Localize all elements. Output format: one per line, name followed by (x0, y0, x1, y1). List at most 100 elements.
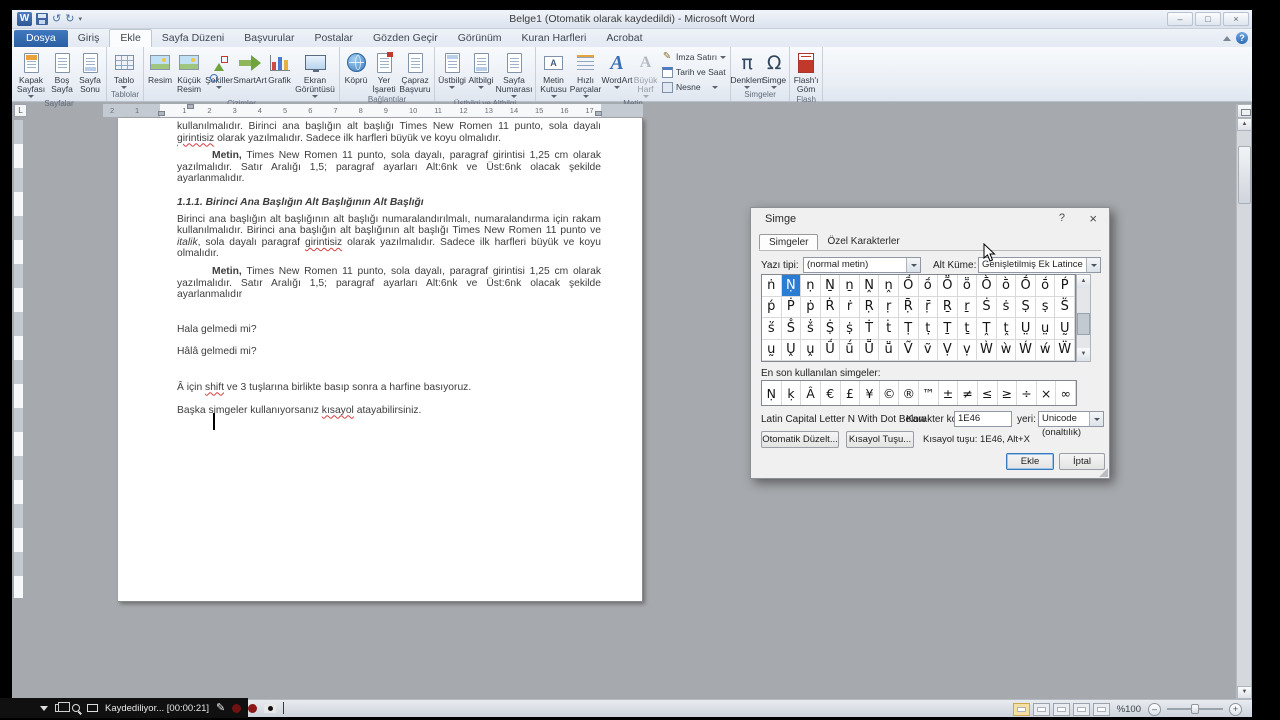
symbol-cell[interactable]: ṟ (958, 297, 978, 319)
redo-icon[interactable]: ↻ (65, 13, 74, 25)
scroll-down-button[interactable]: ▼ (1237, 686, 1252, 699)
symbol-cell[interactable]: Ṓ (1016, 275, 1036, 297)
vertical-ruler[interactable] (14, 120, 23, 598)
symbol-cell[interactable]: Ṋ (860, 275, 880, 297)
document-text[interactable]: kullanılmalıdır. Birinci ana başlığın al… (177, 121, 601, 425)
tab-simgeler[interactable]: Simgeler (759, 234, 818, 250)
imza-satiri-button[interactable]: ✎ İmza Satırı (661, 51, 726, 63)
symbol-cell[interactable]: Ṧ (782, 318, 802, 340)
symbol-cell[interactable]: Ṭ (899, 318, 919, 340)
dialog-title-bar[interactable]: Simge ? × (751, 208, 1109, 230)
symbol-cell[interactable]: ẃ (1036, 340, 1056, 362)
symbol-cell[interactable]: ṳ (1036, 318, 1056, 340)
scrollbar-thumb[interactable] (1238, 146, 1251, 204)
tab-stop-selector[interactable]: L (14, 104, 27, 117)
symbol-cell[interactable]: Ṡ (977, 297, 997, 319)
tab-gorunum[interactable]: Görünüm (448, 30, 512, 47)
recorder-close-icon[interactable]: × (293, 703, 299, 714)
recorder-record-dot-icon[interactable] (248, 704, 257, 713)
kucuk-resim-button[interactable]: Küçük Resim (174, 48, 204, 98)
zoom-slider[interactable] (1167, 708, 1223, 710)
symbol-cell[interactable]: Ṏ (938, 275, 958, 297)
tab-kuran-harfleri[interactable]: Kuran Harfleri (512, 30, 597, 47)
character-code-input[interactable]: 1E46 (954, 411, 1012, 427)
symbol-cell[interactable]: Ṥ (1055, 297, 1075, 319)
horizontal-ruler[interactable]: 211234567891011121314151617 (103, 104, 643, 117)
tab-sayfa-duzeni[interactable]: Sayfa Düzeni (152, 30, 234, 47)
minimize-button[interactable]: – (1167, 12, 1193, 26)
font-dropdown[interactable]: (normal metin) (803, 257, 921, 273)
ustbilgi-button[interactable]: Üstbilgi (437, 48, 467, 98)
symbol-cell[interactable]: ṙ (840, 297, 860, 319)
print-layout-view-button[interactable] (1013, 703, 1030, 716)
symbol-cell[interactable]: ṫ (879, 318, 899, 340)
symbol-cell[interactable]: ṋ (879, 275, 899, 297)
nesne-button[interactable]: Nesne (661, 81, 726, 93)
recent-symbol-cell[interactable]: ÷ (1017, 381, 1037, 405)
recorder-record-dot-icon[interactable] (232, 704, 241, 713)
symbol-cell[interactable]: ṯ (958, 318, 978, 340)
outline-view-button[interactable] (1073, 703, 1090, 716)
symbol-cell[interactable]: ṵ (762, 340, 782, 362)
recent-symbols-row[interactable]: ṆḳÂ€£¥©®™±≠≤≥÷×∞ (761, 380, 1077, 406)
recorder-menu-caret-icon[interactable] (40, 706, 48, 711)
symbol-cell[interactable]: ṏ (958, 275, 978, 297)
symbol-cell[interactable]: ṻ (879, 340, 899, 362)
recent-symbol-cell[interactable]: ḳ (782, 381, 802, 405)
symbol-cell[interactable]: Ṩ (821, 318, 841, 340)
tab-ozel-karakterler[interactable]: Özel Karakterler (818, 234, 908, 250)
symbol-cell[interactable]: Ṻ (860, 340, 880, 362)
grid-scrollbar[interactable]: ▲ ▼ (1076, 274, 1091, 362)
draft-view-button[interactable] (1093, 703, 1110, 716)
symbol-cell[interactable]: Ṙ (821, 297, 841, 319)
symbol-cell[interactable]: ṅ (762, 275, 782, 297)
recent-symbol-cell[interactable]: ± (939, 381, 959, 405)
help-icon[interactable]: ? (1236, 32, 1248, 44)
symbol-cell[interactable]: Ṕ (1055, 275, 1075, 297)
scroll-up-button[interactable]: ▲ (1237, 118, 1252, 131)
zoom-level[interactable]: %100 (1117, 704, 1141, 715)
symbol-cell[interactable]: Ẅ (1055, 340, 1075, 362)
symbol-cell[interactable]: Ṷ (782, 340, 802, 362)
symbol-cell[interactable]: Ṉ (821, 275, 841, 297)
collapse-ribbon-icon[interactable] (1223, 36, 1231, 41)
zoom-out-button[interactable]: – (1148, 703, 1161, 716)
symbol-cell[interactable]: Ṟ (938, 297, 958, 319)
word-logo-icon[interactable]: W (17, 12, 32, 26)
tab-giris[interactable]: Giriş (68, 30, 110, 47)
autocorrect-button[interactable]: Otomatik Düzelt... (761, 431, 839, 448)
recent-symbol-cell[interactable]: ≤ (978, 381, 998, 405)
symbol-cell[interactable]: Ṯ (938, 318, 958, 340)
symbol-cell[interactable]: Ṣ (1016, 297, 1036, 319)
bos-sayfa-button[interactable]: Boş Sayfa (48, 48, 76, 98)
symbol-cell[interactable]: ṽ (919, 340, 939, 362)
wordart-button[interactable]: A WordArt (602, 48, 632, 98)
symbol-cell[interactable]: Ṗ (782, 297, 802, 319)
symbol-cell[interactable]: ṇ (801, 275, 821, 297)
sayfa-numarasi-button[interactable]: Sayfa Numarası (495, 48, 533, 98)
symbol-cell[interactable]: Ṫ (860, 318, 880, 340)
document-page[interactable]: kullanılmalıdır. Birinci ana başlığın al… (118, 118, 643, 602)
grid-scrollbar-thumb[interactable] (1077, 313, 1090, 335)
tab-ekle[interactable]: Ekle (109, 29, 151, 47)
recorder-camera-icon[interactable] (264, 704, 276, 713)
smartart-button[interactable]: SmartArt (234, 48, 266, 98)
symbol-cell[interactable]: ṡ (997, 297, 1017, 319)
dialog-close-icon[interactable]: × (1089, 211, 1097, 226)
flash-gom-button[interactable]: Flash'ı Göm (792, 48, 820, 94)
insert-button[interactable]: Ekle (1006, 453, 1054, 470)
tarih-ve-saat-button[interactable]: Tarih ve Saat (661, 66, 726, 78)
right-indent-marker[interactable] (595, 111, 602, 116)
symbol-cell[interactable]: Ṽ (899, 340, 919, 362)
symbol-cell[interactable]: Ṝ (899, 297, 919, 319)
symbol-cell[interactable]: ṿ (958, 340, 978, 362)
recent-symbol-cell[interactable]: ≥ (998, 381, 1018, 405)
symbol-cell[interactable]: Ṳ (1016, 318, 1036, 340)
grafik-button[interactable]: Grafik (266, 48, 293, 98)
recent-symbol-cell[interactable]: £ (841, 381, 861, 405)
recorder-window-icon[interactable] (55, 704, 65, 712)
symbol-cell[interactable]: ṭ (919, 318, 939, 340)
tab-postalar[interactable]: Postalar (304, 30, 363, 47)
left-indent-marker[interactable] (158, 111, 165, 116)
from-dropdown[interactable]: Unicode (onaltılık) (1038, 411, 1104, 427)
